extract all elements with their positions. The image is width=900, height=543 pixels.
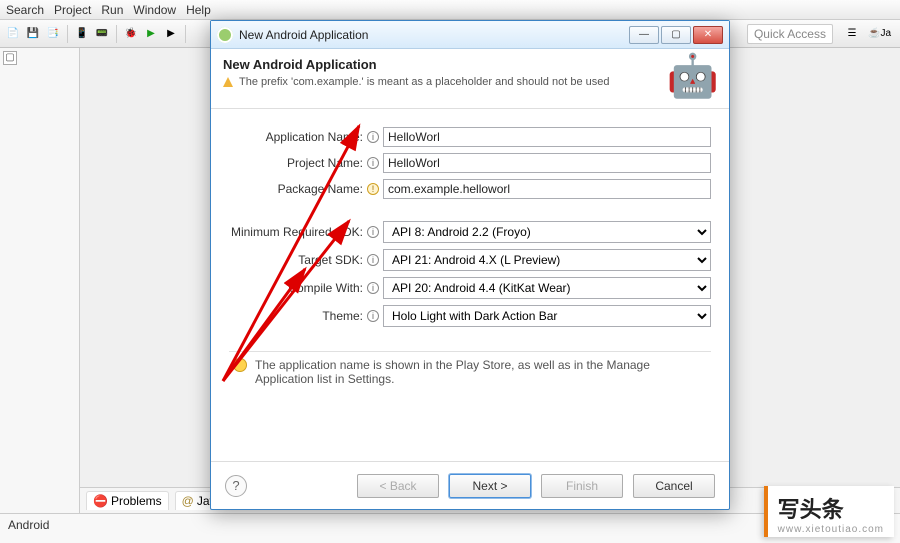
info-icon[interactable]: i [367, 310, 379, 322]
at-icon: @ [182, 494, 194, 508]
package-name-label: Package Name: [229, 182, 367, 196]
watermark-title: 写头条 [778, 492, 884, 524]
open-perspective-button[interactable]: ☰ [843, 25, 861, 43]
info-icon[interactable]: i [367, 131, 379, 143]
app-name-input[interactable] [383, 127, 711, 147]
toolbar-separator [116, 25, 117, 43]
quick-access-input[interactable]: Quick Access [747, 24, 833, 44]
dialog-titlebar[interactable]: New Android Application — ▢ ✕ [211, 21, 729, 49]
new-wizard-button[interactable]: 📄 [4, 25, 22, 43]
finish-button[interactable]: Finish [541, 474, 623, 498]
project-name-label: Project Name: [229, 156, 367, 170]
info-icon[interactable]: i [367, 226, 379, 238]
minimize-button[interactable]: — [629, 26, 659, 44]
run-button[interactable]: ▶ [142, 25, 160, 43]
info-icon[interactable]: ! [367, 183, 379, 195]
tab-problems[interactable]: ⛔Problems [86, 491, 169, 510]
menu-project[interactable]: Project [54, 0, 91, 19]
perspective-switcher: ☰ ☕ Ja [843, 25, 896, 43]
dialog-heading: New Android Application [223, 57, 717, 72]
info-icon[interactable]: i [367, 157, 379, 169]
save-button[interactable]: 💾 [24, 25, 42, 43]
collapse-icon[interactable]: ▢ [3, 51, 17, 65]
package-name-input[interactable] [383, 179, 711, 199]
min-sdk-label: Minimum Required SDK: [229, 225, 367, 239]
toolbar-separator [185, 25, 186, 43]
java-perspective-button[interactable]: ☕ Ja [863, 25, 896, 43]
avd-manager-button[interactable]: 📟 [93, 25, 111, 43]
new-android-app-dialog: New Android Application — ▢ ✕ New Androi… [210, 20, 730, 510]
run-last-button[interactable]: ▶ [162, 25, 180, 43]
android-sdk-button[interactable]: 📱 [73, 25, 91, 43]
compile-with-select[interactable]: API 20: Android 4.4 (KitKat Wear) [383, 277, 711, 299]
compile-with-label: Compile With: [229, 281, 367, 295]
menu-run[interactable]: Run [101, 0, 123, 19]
menu-search[interactable]: Search [6, 0, 44, 19]
close-button[interactable]: ✕ [693, 26, 723, 44]
site-watermark: 写头条 www.xietoutiao.com [764, 486, 894, 537]
dialog-button-bar: ? < Back Next > Finish Cancel [211, 461, 729, 509]
hint-panel: The application name is shown in the Pla… [229, 351, 711, 392]
target-sdk-select[interactable]: API 21: Android 4.X (L Preview) [383, 249, 711, 271]
dialog-header-panel: New Android Application The prefix 'com.… [211, 49, 729, 109]
dialog-subtext: The prefix 'com.example.' is meant as a … [239, 76, 609, 88]
dialog-form: Application Name: i Project Name: i Pack… [211, 109, 729, 337]
error-icon: ⛔ [93, 494, 108, 508]
warning-icon [223, 77, 233, 87]
target-sdk-label: Target SDK: [229, 253, 367, 267]
cancel-button[interactable]: Cancel [633, 474, 715, 498]
min-sdk-select[interactable]: API 8: Android 2.2 (Froyo) [383, 221, 711, 243]
android-mascot-icon: 🤖 [667, 55, 719, 97]
status-text: Android [8, 518, 49, 532]
next-button[interactable]: Next > [449, 474, 531, 498]
dialog-title: New Android Application [239, 28, 368, 42]
hint-text: The application name is shown in the Pla… [255, 358, 707, 386]
back-button[interactable]: < Back [357, 474, 439, 498]
info-icon[interactable]: i [367, 254, 379, 266]
dialog-app-icon [217, 27, 233, 43]
app-name-label: Application Name: [229, 130, 367, 144]
info-icon[interactable]: i [367, 282, 379, 294]
project-name-input[interactable] [383, 153, 711, 173]
main-menubar: Search Project Run Window Help [0, 0, 900, 20]
debug-button[interactable]: 🐞 [122, 25, 140, 43]
watermark-url: www.xietoutiao.com [778, 524, 884, 535]
help-button[interactable]: ? [225, 475, 247, 497]
menu-help[interactable]: Help [186, 0, 211, 19]
save-all-button[interactable]: 📑 [44, 25, 62, 43]
menu-window[interactable]: Window [133, 0, 176, 19]
lightbulb-icon [233, 358, 247, 372]
left-side-pane: ▢ [0, 48, 80, 543]
theme-select[interactable]: Holo Light with Dark Action Bar [383, 305, 711, 327]
maximize-button[interactable]: ▢ [661, 26, 691, 44]
toolbar-separator [67, 25, 68, 43]
theme-label: Theme: [229, 309, 367, 323]
